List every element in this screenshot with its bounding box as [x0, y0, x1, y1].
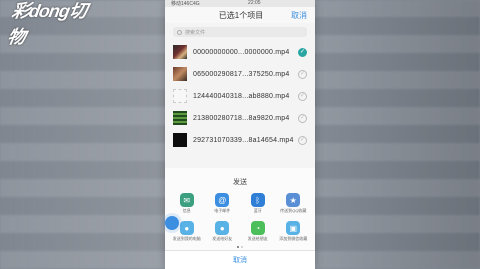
file-name: 124440040318...ab8880.mp4	[193, 92, 290, 100]
share-item-wechat[interactable]: ◔ 发送给朋友	[240, 221, 276, 241]
file-list: 00000000000...0000000.mp4 ✓ 065000290817…	[165, 41, 315, 151]
page-indicator	[165, 245, 315, 248]
floating-assist-icon[interactable]	[165, 216, 179, 230]
share-targets: ✉ 信息 @ 电子邮件 ᛒ 蓝牙 ★ 传送到QQ收藏 ● 发送到我的电脑 ● 发…	[165, 193, 315, 242]
list-item[interactable]: 065000290817...375250.mp4 ✓	[165, 63, 315, 85]
share-item-email[interactable]: @ 电子邮件	[205, 193, 241, 213]
share-item-label: 传送到QQ收藏	[280, 208, 307, 213]
share-item-qq-favorite[interactable]: ★ 传送到QQ收藏	[276, 193, 312, 213]
search-icon	[177, 29, 182, 35]
share-item-label: 信息	[182, 208, 191, 213]
wechat-favorite-icon: ▣	[286, 221, 301, 236]
share-item-wechat-favorite[interactable]: ▣ 添加到微信收藏	[276, 221, 312, 241]
status-time: 22:05	[248, 0, 261, 6]
share-item-send-friend[interactable]: ● 发送给好友	[205, 221, 241, 241]
list-item[interactable]: 292731070339...8a14654.mp4 ✓	[165, 129, 315, 151]
video-thumbnail-icon	[173, 67, 187, 81]
video-thumbnail-icon	[173, 111, 187, 125]
list-item[interactable]: 213800280718...8a9820.mp4 ✓	[165, 107, 315, 129]
selected-check-icon[interactable]: ✓	[298, 47, 307, 57]
qq-favorite-icon: ★	[286, 193, 301, 207]
mail-icon: @	[215, 193, 230, 207]
unselected-check-icon[interactable]: ✓	[298, 69, 307, 79]
share-item-bluetooth[interactable]: ᛒ 蓝牙	[240, 193, 276, 213]
qq-friend-icon: ●	[215, 221, 230, 236]
video-thumbnail-icon	[173, 133, 187, 147]
list-item[interactable]: 124440040318...ab8880.mp4 ✓	[165, 85, 315, 107]
unselected-check-icon[interactable]: ✓	[298, 135, 307, 145]
video-thumbnail-icon	[173, 89, 187, 103]
video-thumbnail-icon	[173, 45, 187, 59]
cancel-button[interactable]: 取消	[291, 10, 307, 21]
qq-computer-icon: ●	[179, 221, 194, 236]
share-sheet: 发送 ✉ 信息 @ 电子邮件 ᛒ 蓝牙 ★ 传送到QQ收藏 ● 发送到我的电脑	[165, 168, 315, 269]
wechat-icon: ◔	[250, 221, 265, 236]
file-name: 00000000000...0000000.mp4	[193, 48, 290, 56]
watermark-logo: 彩dong切物	[6, 1, 88, 47]
page-title: 已选1个项目	[218, 10, 264, 20]
unselected-check-icon[interactable]: ✓	[298, 91, 307, 101]
file-name: 213800280718...8a9820.mp4	[193, 114, 290, 122]
file-name: 292731070339...8a14654.mp4	[193, 136, 294, 144]
list-item[interactable]: 00000000000...0000000.mp4 ✓	[165, 41, 315, 63]
search-placeholder: 搜索文件	[185, 29, 206, 36]
share-item-label: 添加到微信收藏	[279, 236, 308, 242]
share-item-message[interactable]: ✉ 信息	[169, 193, 205, 213]
share-item-label: 发送给好友	[212, 236, 233, 242]
page-dot-active	[237, 245, 239, 248]
share-sheet-title: 发送	[233, 179, 247, 186]
file-name: 065000290817...375250.mp4	[193, 70, 290, 78]
selection-header: 已选1个项目 取消	[165, 7, 315, 23]
status-carrier: 移动146C4G	[171, 1, 200, 7]
phone-screen: 移动146C4G 22:05 已选1个项目 取消 搜索文件 0000000000…	[165, 0, 315, 269]
bluetooth-icon: ᛒ	[250, 193, 265, 207]
share-item-label: 发送给朋友	[247, 236, 268, 242]
share-item-label: 发送到我的电脑	[172, 236, 201, 242]
search-input[interactable]: 搜索文件	[173, 27, 307, 37]
share-item-label: 蓝牙	[253, 208, 262, 213]
share-cancel-button[interactable]: 取消	[165, 250, 315, 269]
message-icon: ✉	[179, 193, 194, 207]
unselected-check-icon[interactable]: ✓	[298, 113, 307, 123]
share-item-label: 电子邮件	[214, 208, 231, 213]
page-dot	[241, 245, 243, 248]
status-bar: 移动146C4G 22:05	[165, 0, 315, 7]
